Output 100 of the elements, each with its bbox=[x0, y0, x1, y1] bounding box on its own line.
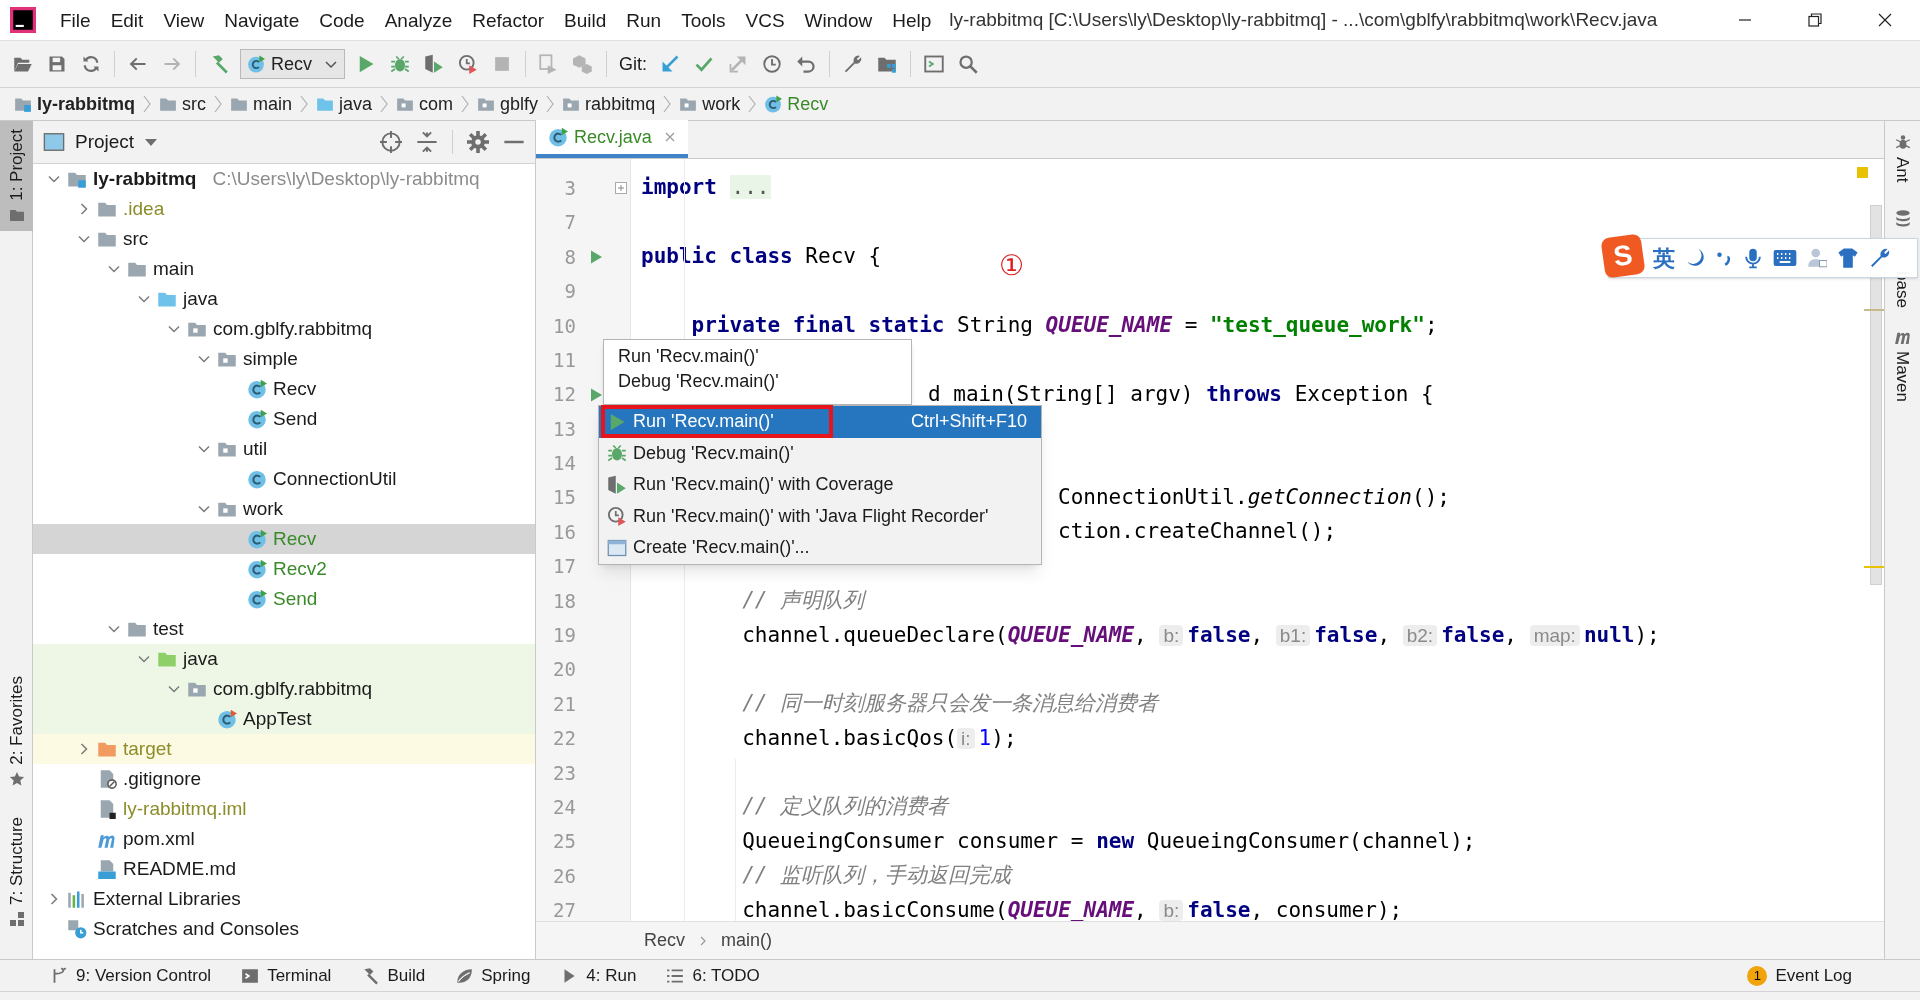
keyboard-icon[interactable] bbox=[1773, 248, 1797, 268]
popup-entry[interactable]: Run 'Recv.main()' bbox=[618, 346, 897, 367]
tree-item[interactable]: .idea bbox=[33, 194, 535, 224]
breadcrumb-item[interactable]: com bbox=[396, 90, 454, 118]
line-number: 25 bbox=[552, 829, 576, 855]
chevron-icon bbox=[299, 94, 310, 114]
menu-item[interactable]: Build bbox=[554, 10, 617, 30]
menu-item[interactable]: Help bbox=[882, 10, 942, 30]
menu-item[interactable]: Create 'Recv.main()'... bbox=[599, 532, 1041, 564]
user-icon[interactable] bbox=[1807, 248, 1827, 268]
tree-item[interactable]: java bbox=[33, 284, 535, 314]
breadcrumb-item[interactable]: Recv bbox=[644, 927, 685, 954]
menu-item[interactable]: Analyze bbox=[374, 10, 463, 30]
notification-badge: 1 bbox=[1747, 965, 1768, 986]
tree-item[interactable]: Recv bbox=[33, 374, 535, 404]
tree-item[interactable]: java bbox=[33, 644, 535, 674]
editor-tab[interactable]: Recv.java bbox=[536, 120, 688, 158]
input-mode-toggle[interactable]: 英 bbox=[1653, 241, 1675, 275]
tree-item[interactable]: com.gblfy.rabbitmq bbox=[33, 674, 535, 704]
breadcrumb-item[interactable]: work bbox=[679, 90, 741, 118]
tool-window-tab[interactable]: base bbox=[1889, 208, 1916, 308]
tree-item[interactable]: Send bbox=[33, 584, 535, 614]
panel-title-dropdown[interactable]: Project bbox=[75, 127, 159, 157]
moon-icon[interactable] bbox=[1685, 248, 1705, 268]
fold-icon[interactable] bbox=[615, 182, 627, 195]
tree-item[interactable]: External Libraries bbox=[33, 884, 535, 914]
tool-window-tab[interactable]: 6: TODO bbox=[666, 962, 760, 989]
breadcrumb-item[interactable]: main() bbox=[721, 927, 773, 954]
tree-item[interactable]: test bbox=[33, 614, 535, 644]
tree-item[interactable]: util bbox=[33, 434, 535, 464]
shirt-icon[interactable] bbox=[1837, 247, 1859, 269]
menu-item[interactable]: Refactor bbox=[462, 10, 555, 30]
tree-item[interactable]: AppTest bbox=[33, 704, 535, 734]
menu-item[interactable]: Run 'Recv.main()' with Coverage bbox=[599, 469, 1041, 501]
wrench-icon[interactable] bbox=[1869, 247, 1891, 269]
wrench-icon bbox=[843, 54, 864, 74]
tree-item[interactable]: ly-rabbitmq C:\Users\ly\Desktop\ly-rabbitmq bbox=[33, 164, 535, 194]
module-folder-icon bbox=[14, 95, 32, 113]
save-icon bbox=[47, 54, 67, 74]
tree-item[interactable]: README.md bbox=[33, 854, 535, 884]
tree-item[interactable]: Send bbox=[33, 404, 535, 434]
breadcrumb-item[interactable]: gblfy bbox=[477, 90, 539, 118]
settings-icon[interactable] bbox=[467, 131, 489, 153]
leaf-icon bbox=[455, 966, 474, 985]
breadcrumb-item[interactable]: rabbitmq bbox=[562, 90, 656, 118]
boxes-icon bbox=[573, 54, 593, 74]
tool-window-tab[interactable]: 2: Favorites bbox=[0, 668, 33, 796]
tree-item[interactable]: src bbox=[33, 224, 535, 254]
tool-window-tab[interactable]: 1: Project bbox=[0, 121, 33, 231]
popup-entry[interactable]: Debug 'Recv.main()' bbox=[618, 371, 897, 392]
tree-item[interactable]: com.gblfy.rabbitmq bbox=[33, 314, 535, 344]
tool-window-tab[interactable]: Build bbox=[361, 962, 426, 989]
tree-item[interactable]: ly-rabbitmq.iml bbox=[33, 794, 535, 824]
search-icon bbox=[958, 54, 979, 74]
collapse-all-icon[interactable] bbox=[416, 131, 438, 153]
event-log-tab[interactable]: 1 Event Log bbox=[1747, 962, 1852, 989]
menu-item[interactable]: Code bbox=[309, 10, 375, 30]
run-config-dropdown[interactable]: Recv bbox=[240, 49, 345, 79]
folder-icon bbox=[159, 95, 177, 113]
breadcrumb-item[interactable]: src bbox=[159, 90, 206, 118]
class-icon bbox=[247, 55, 265, 73]
tool-window-tab[interactable]: Ant bbox=[1889, 133, 1916, 183]
menu-item[interactable]: Run 'Recv.main()' with 'Java Flight Recorder' bbox=[599, 500, 1041, 532]
breadcrumb-item[interactable]: java bbox=[316, 90, 373, 118]
tree-item[interactable]: .gitignore bbox=[33, 764, 535, 794]
tree-item[interactable]: simple bbox=[33, 344, 535, 374]
tool-window-tab[interactable]: Maven bbox=[1889, 327, 1916, 403]
tree-item[interactable]: Recv2 bbox=[33, 554, 535, 584]
crosshair-icon[interactable] bbox=[380, 131, 402, 153]
breadcrumb-item[interactable]: Recv bbox=[764, 90, 829, 118]
scroll-marker bbox=[1864, 566, 1884, 568]
menu-item[interactable]: Navigate bbox=[214, 10, 310, 30]
menu-item[interactable]: Run bbox=[616, 10, 672, 30]
class-icon bbox=[247, 529, 267, 549]
tree-item[interactable]: work bbox=[33, 494, 535, 524]
menu-item[interactable]: Tools bbox=[671, 10, 736, 30]
tree-item[interactable]: main bbox=[33, 254, 535, 284]
menu-item[interactable]: VCS bbox=[735, 10, 795, 30]
close-icon bbox=[1878, 13, 1892, 27]
close-icon[interactable] bbox=[663, 131, 676, 143]
tree-item[interactable]: Scratches and Consoles bbox=[33, 914, 535, 944]
console-icon bbox=[924, 54, 945, 74]
tree-item[interactable]: ConnectionUtil bbox=[33, 464, 535, 494]
menu-item[interactable]: View bbox=[153, 10, 215, 30]
menu-item[interactable]: File bbox=[50, 10, 101, 30]
tool-window-tab[interactable]: Terminal bbox=[241, 962, 332, 989]
run-gutter-icon[interactable] bbox=[588, 248, 604, 265]
menu-item[interactable]: Edit bbox=[100, 10, 154, 30]
tool-window-tab[interactable]: Spring bbox=[455, 962, 531, 989]
tool-window-tab[interactable]: 4: Run bbox=[560, 962, 637, 989]
star-icon bbox=[8, 771, 25, 788]
menu-item[interactable]: Window bbox=[794, 10, 883, 30]
tree-item[interactable]: pom.xml bbox=[33, 824, 535, 854]
menu-item[interactable]: Debug 'Recv.main()' bbox=[599, 437, 1041, 469]
tool-window-tab[interactable]: 7: Structure bbox=[0, 809, 33, 935]
chevron-icon bbox=[460, 94, 471, 114]
microphone-icon[interactable] bbox=[1743, 247, 1763, 269]
breadcrumb-item[interactable]: main bbox=[230, 90, 293, 118]
tool-window-tab[interactable]: 9: Version Control bbox=[50, 962, 212, 989]
breadcrumb-item[interactable]: ly-rabbitmq bbox=[14, 90, 135, 118]
